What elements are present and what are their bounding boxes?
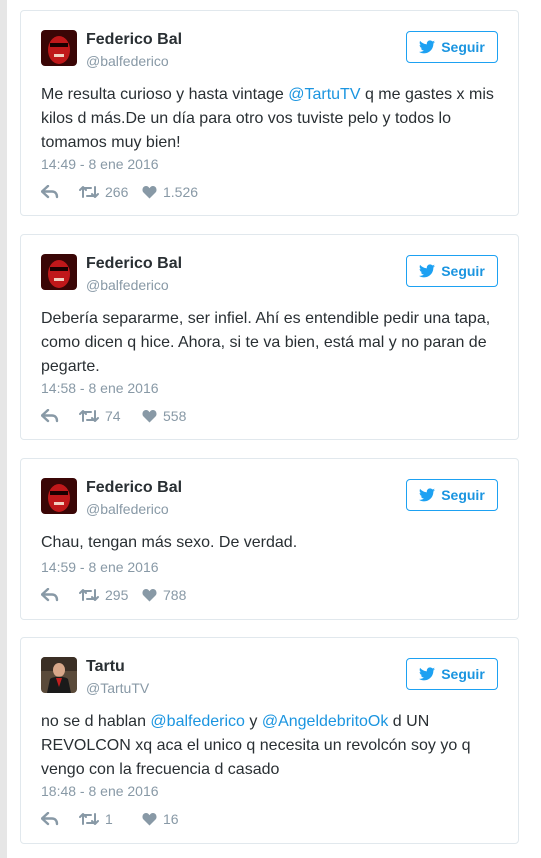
follow-button[interactable]: Seguir [406, 31, 498, 63]
author-name[interactable]: Tartu [86, 658, 125, 676]
tweet-text: no se d hablan @balfederico y @Angeldebr… [41, 710, 496, 782]
avatar[interactable] [41, 478, 77, 514]
like-count: 558 [163, 408, 187, 424]
tweet-card: Federico Bal @balfederico Seguir Chau, t… [20, 458, 519, 620]
tweet-actions: 1 16 [41, 811, 179, 827]
follow-label: Seguir [441, 39, 485, 55]
reply-icon [41, 588, 59, 602]
avatar[interactable] [41, 254, 77, 290]
reply-button[interactable] [41, 409, 79, 423]
reply-icon [41, 812, 59, 826]
twitter-bird-icon [419, 264, 436, 278]
reply-button[interactable] [41, 185, 79, 199]
twitter-bird-icon [419, 40, 436, 54]
author-name[interactable]: Federico Bal [86, 31, 182, 49]
retweet-count: 266 [105, 184, 129, 200]
heart-icon [142, 813, 157, 826]
like-count: 788 [163, 587, 187, 603]
text-segment: Me resulta curioso y hasta vintage [41, 86, 289, 103]
tweet-actions: 74 558 [41, 408, 186, 424]
follow-button[interactable]: Seguir [406, 255, 498, 287]
text-segment: Chau, tengan más sexo. De verdad. [41, 534, 298, 551]
heart-icon [142, 186, 157, 199]
tweet-timestamp[interactable]: 14:59 - 8 ene 2016 [41, 559, 159, 575]
text-segment: no se d hablan [41, 713, 151, 730]
author-handle[interactable]: @balfederico [86, 277, 169, 293]
mention-link[interactable]: @TartuTV [288, 86, 360, 103]
tweet-actions: 266 1.526 [41, 184, 198, 200]
tweet-text: Chau, tengan más sexo. De verdad. [41, 531, 496, 555]
tweet-card: Tartu @TartuTV Seguir no se d hablan @ba… [20, 637, 519, 844]
tweet-timestamp[interactable]: 14:58 - 8 ene 2016 [41, 380, 159, 396]
retweet-count: 1 [105, 811, 113, 827]
tweet-timestamp[interactable]: 18:48 - 8 ene 2016 [41, 783, 159, 799]
retweet-button[interactable]: 295 [79, 587, 142, 603]
reply-button[interactable] [41, 588, 79, 602]
retweet-icon [79, 589, 99, 601]
author-name[interactable]: Federico Bal [86, 255, 182, 273]
retweet-icon [79, 410, 99, 422]
text-segment: Debería separarme, ser infiel. Ahí es en… [41, 310, 491, 375]
twitter-bird-icon [419, 488, 436, 502]
tweet-text: Me resulta curioso y hasta vintage @Tart… [41, 83, 496, 155]
author-handle[interactable]: @balfederico [86, 501, 169, 517]
like-button[interactable]: 558 [142, 408, 186, 424]
follow-button[interactable]: Seguir [406, 658, 498, 690]
twitter-bird-icon [419, 667, 436, 681]
author-name[interactable]: Federico Bal [86, 479, 182, 497]
tweet-card: Federico Bal @balfederico Seguir Debería… [20, 234, 519, 440]
tweet-card: Federico Bal @balfederico Seguir Me resu… [20, 10, 519, 216]
retweet-icon [79, 186, 99, 198]
text-segment: y [244, 713, 262, 730]
author-handle[interactable]: @balfederico [86, 53, 169, 69]
heart-icon [142, 589, 157, 602]
like-button[interactable]: 1.526 [142, 184, 198, 200]
retweet-button[interactable]: 74 [79, 408, 142, 424]
retweet-count: 295 [105, 587, 129, 603]
follow-label: Seguir [441, 263, 485, 279]
avatar[interactable] [41, 30, 77, 66]
follow-label: Seguir [441, 487, 485, 503]
avatar[interactable] [41, 657, 77, 693]
tweet-text: Debería separarme, ser infiel. Ahí es en… [41, 307, 496, 379]
reply-icon [41, 185, 59, 199]
tweet-actions: 295 788 [41, 587, 186, 603]
tweet-timestamp[interactable]: 14:49 - 8 ene 2016 [41, 156, 159, 172]
mention-link[interactable]: @AngeldebritoOk [262, 713, 389, 730]
mention-link[interactable]: @balfederico [150, 713, 245, 730]
like-button[interactable]: 16 [142, 811, 179, 827]
heart-icon [142, 410, 157, 423]
retweet-button[interactable]: 266 [79, 184, 142, 200]
follow-label: Seguir [441, 666, 485, 682]
retweet-button[interactable]: 1 [79, 811, 142, 827]
author-handle[interactable]: @TartuTV [86, 680, 149, 696]
retweet-count: 74 [105, 408, 121, 424]
like-count: 1.526 [163, 184, 199, 200]
like-count: 16 [163, 811, 179, 827]
retweet-icon [79, 813, 99, 825]
reply-button[interactable] [41, 812, 79, 826]
reply-icon [41, 409, 59, 423]
follow-button[interactable]: Seguir [406, 479, 498, 511]
page-left-border [0, 0, 7, 858]
like-button[interactable]: 788 [142, 587, 186, 603]
